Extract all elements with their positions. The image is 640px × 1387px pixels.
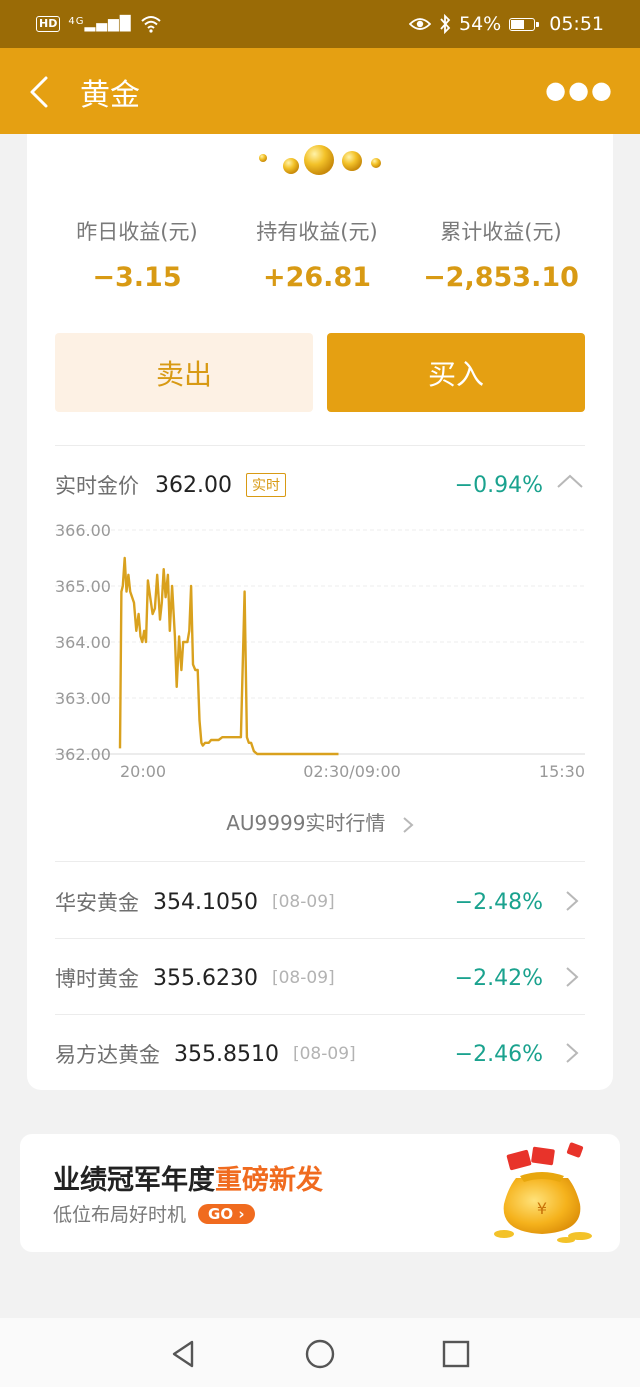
gold-coins-decoration <box>259 145 381 175</box>
chevron-right-icon <box>566 891 579 911</box>
status-left: HD 4G▂▄▆█ <box>36 15 162 33</box>
stat-holding: 持有收益(元) +26.81 <box>227 216 407 293</box>
stat-yesterday: 昨日收益(元) −3.15 <box>47 216 227 293</box>
app-bar: 黄金 ●●● <box>0 48 640 134</box>
nav-recents-icon[interactable] <box>438 1336 474 1372</box>
y-tick-label: 366.00 <box>55 521 111 540</box>
fund-name: 易方达黄金 <box>55 1043 160 1067</box>
stat-value: +26.81 <box>262 262 372 293</box>
realtime-label: 实时金价 <box>55 474 139 498</box>
back-arrow-icon[interactable] <box>26 72 62 112</box>
fund-row[interactable]: 易方达黄金 355.8510 [08-09] −2.46% <box>55 1034 585 1074</box>
status-right: 54% 05:51 <box>409 13 604 35</box>
realtime-price-row[interactable]: 实时金价 362.00 实时 −0.94% <box>55 468 585 502</box>
fund-date: [08-09] <box>271 892 335 912</box>
money-bag-icon: ¥ <box>494 1142 592 1243</box>
chevron-right-icon <box>403 816 414 833</box>
stat-label: 昨日收益(元) <box>76 220 198 244</box>
au9999-link[interactable]: AU9999实时行情 <box>27 807 613 836</box>
collapse-chevron-icon[interactable] <box>555 471 585 493</box>
stat-cumulative: 累计收益(元) −2,853.10 <box>411 216 591 293</box>
y-tick-label: 362.00 <box>55 745 111 764</box>
banner-subtitle-row: 低位布局好时机 GO › <box>53 1200 255 1227</box>
promo-banner[interactable]: 业绩冠军年度重磅新发 低位布局好时机 GO › ¥ <box>20 1134 620 1252</box>
divider <box>55 938 585 939</box>
fund-row[interactable]: 华安黄金 354.1050 [08-09] −2.48% <box>55 882 585 922</box>
banner-title-a: 业绩冠军年度 <box>53 1165 215 1196</box>
wifi-icon <box>140 16 161 33</box>
banner-title: 业绩冠军年度重磅新发 <box>53 1158 323 1197</box>
buy-button[interactable]: 买入 <box>327 333 585 412</box>
system-nav-bar <box>0 1318 640 1387</box>
realtime-change: −0.94% <box>454 472 543 498</box>
x-tick-label: 02:30/09:00 <box>303 762 401 781</box>
battery-icon <box>509 17 540 31</box>
realtime-tag: 实时 <box>245 473 286 497</box>
stat-label: 累计收益(元) <box>440 220 562 244</box>
sell-button[interactable]: 卖出 <box>55 333 313 412</box>
au9999-link-label: AU9999实时行情 <box>226 811 386 835</box>
nav-home-icon[interactable] <box>302 1336 338 1372</box>
fund-date: [08-09] <box>292 1044 356 1064</box>
stat-value: −2,853.10 <box>423 262 579 293</box>
gold-summary-card: 昨日收益(元) −3.15 持有收益(元) +26.81 累计收益(元) −2,… <box>27 134 613 1090</box>
chevron-right-icon <box>566 967 579 987</box>
eye-icon <box>409 18 431 30</box>
fund-change: −2.48% <box>454 889 543 915</box>
fund-date: [08-09] <box>271 968 335 988</box>
fund-row[interactable]: 博时黄金 355.6230 [08-09] −2.42% <box>55 958 585 998</box>
divider <box>55 1014 585 1015</box>
fund-name: 博时黄金 <box>55 967 139 991</box>
bluetooth-icon <box>440 14 451 34</box>
chevron-right-icon <box>566 1043 579 1063</box>
x-tick-label: 15:30 <box>539 762 585 781</box>
page-title: 黄金 <box>80 78 140 113</box>
realtime-price: 362.00 <box>155 472 232 498</box>
stat-label: 持有收益(元) <box>256 220 378 244</box>
y-tick-label: 364.00 <box>55 633 111 652</box>
y-tick-label: 363.00 <box>55 689 111 708</box>
realtime-gold-chart: 366.00 365.00 364.00 363.00 362.00 20:00 02:30… <box>55 521 585 781</box>
fund-change: −2.46% <box>454 1041 543 1067</box>
x-tick-label: 20:00 <box>120 762 166 781</box>
clock: 05:51 <box>549 13 604 35</box>
stat-value: −3.15 <box>92 262 182 293</box>
fund-name: 华安黄金 <box>55 891 139 915</box>
battery-percent: 54% <box>459 13 502 35</box>
more-dots-icon[interactable]: ●●● <box>545 76 614 104</box>
fund-nav: 354.1050 <box>153 889 258 915</box>
svg-text:¥: ¥ <box>537 1199 547 1218</box>
nav-back-icon[interactable] <box>166 1336 202 1372</box>
divider <box>55 445 585 446</box>
fund-nav: 355.8510 <box>174 1041 279 1067</box>
divider <box>55 861 585 862</box>
status-bar: HD 4G▂▄▆█ 54% 05:51 <box>0 0 640 48</box>
signal-icon: 4G▂▄▆█ <box>68 16 132 32</box>
fund-change: −2.42% <box>454 965 543 991</box>
go-button[interactable]: GO › <box>198 1203 255 1224</box>
y-tick-label: 365.00 <box>55 577 111 596</box>
price-series-line <box>118 556 339 756</box>
hd-badge: HD <box>36 16 61 32</box>
fund-nav: 355.6230 <box>153 965 258 991</box>
banner-subtitle: 低位布局好时机 <box>53 1204 187 1226</box>
banner-title-b: 重磅新发 <box>215 1165 323 1196</box>
